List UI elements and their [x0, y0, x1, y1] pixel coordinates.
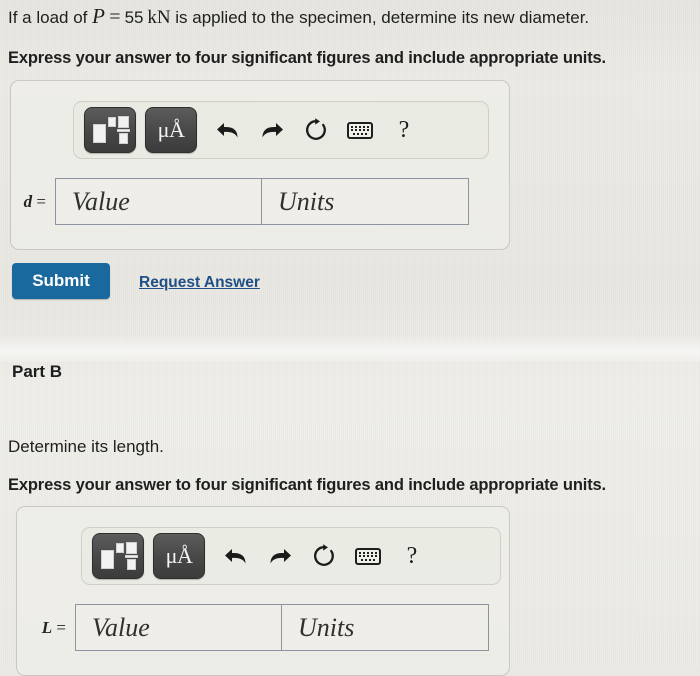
units-input[interactable]: Units	[261, 178, 469, 225]
part-a-instruction: Express your answer to four significant …	[8, 49, 606, 67]
math-template-icon[interactable]	[84, 107, 136, 153]
math-unit: kN	[147, 7, 171, 28]
value-input[interactable]: Value	[75, 604, 281, 651]
help-label: ?	[406, 543, 418, 569]
part-b-answer-panel: μÅ ? L = Value Units	[16, 506, 510, 676]
redo-arrow-icon[interactable]	[258, 533, 302, 579]
reset-circular-arrow-icon[interactable]	[294, 107, 338, 153]
submit-button[interactable]: Submit	[12, 263, 110, 299]
value-input[interactable]: Value	[55, 178, 261, 225]
keyboard-icon[interactable]	[338, 107, 382, 153]
part-b-toolbar: μÅ ?	[81, 527, 501, 585]
units-label: μÅ	[165, 542, 193, 568]
math-equals: =	[109, 6, 121, 28]
question-prefix: If a load of	[8, 8, 93, 27]
units-input[interactable]: Units	[281, 604, 489, 651]
question-suffix: is applied to the specimen, determine it…	[170, 8, 590, 27]
help-icon[interactable]: ?	[390, 533, 434, 579]
redo-arrow-icon[interactable]	[250, 107, 294, 153]
part-a-toolbar: μÅ ?	[73, 101, 489, 159]
keyboard-icon[interactable]	[346, 533, 390, 579]
part-b-question: Determine its length.	[8, 437, 164, 456]
help-label: ?	[398, 117, 410, 143]
math-variable-p: P	[92, 4, 106, 28]
units-micro-angstrom-icon[interactable]: μÅ	[145, 107, 197, 153]
math-value: 55	[124, 8, 144, 27]
field-label-l: L =	[41, 617, 66, 637]
reset-circular-arrow-icon[interactable]	[302, 533, 346, 579]
undo-arrow-icon[interactable]	[206, 107, 250, 153]
undo-arrow-icon[interactable]	[214, 533, 258, 579]
request-answer-link[interactable]: Request Answer	[139, 274, 260, 292]
part-a-answer-panel: μÅ ? d = Value Units	[10, 80, 510, 250]
section-divider	[0, 336, 700, 362]
part-a-field-row: d = Value Units	[11, 178, 469, 225]
math-template-icon[interactable]	[92, 533, 144, 579]
part-b-title: Part B	[12, 362, 63, 381]
part-b-instruction: Express your answer to four significant …	[8, 476, 606, 494]
help-icon[interactable]: ?	[382, 107, 426, 153]
units-label: μÅ	[157, 116, 185, 142]
field-label-d: d =	[23, 191, 46, 211]
part-a-question: If a load of P = 55 kN is applied to the…	[8, 5, 696, 29]
part-b-field-row: L = Value Units	[31, 604, 489, 651]
units-micro-angstrom-icon[interactable]: μÅ	[153, 533, 205, 579]
